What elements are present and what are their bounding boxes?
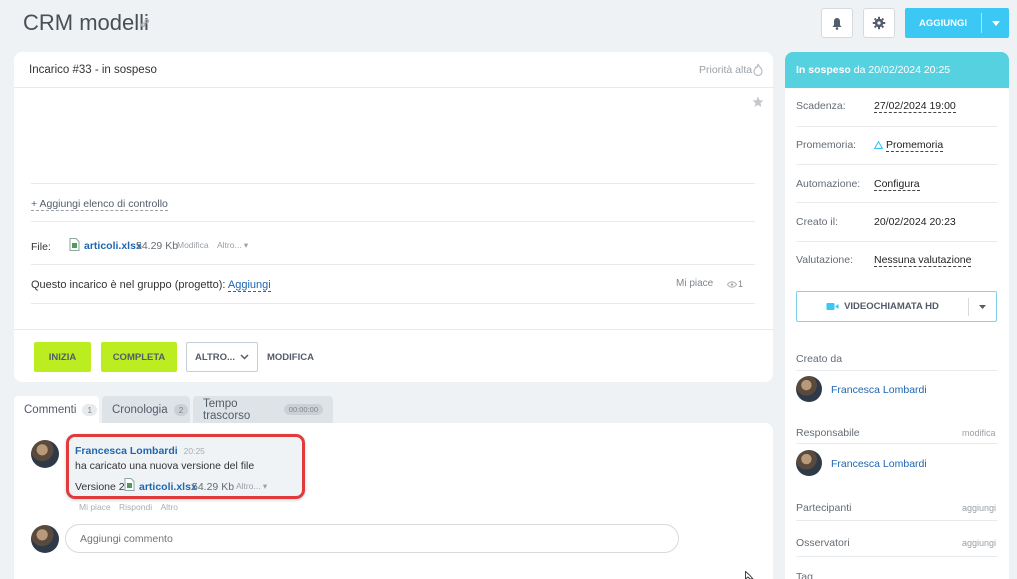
avatar[interactable] bbox=[796, 450, 822, 476]
excel-file-icon bbox=[124, 478, 135, 491]
created-label: Creato il: bbox=[796, 216, 839, 228]
task-card bbox=[14, 52, 773, 382]
chevron-down-icon bbox=[240, 354, 249, 360]
file-more-menu[interactable]: Altro... ▾ bbox=[217, 240, 248, 251]
status-bar: In sospeso da 20/02/2024 20:25 bbox=[785, 52, 1009, 88]
add-button-label: AGGIUNGI bbox=[918, 17, 968, 29]
bell-icon bbox=[831, 17, 843, 30]
created-by-label: Creato da bbox=[796, 353, 843, 365]
comment-file-more[interactable]: Altro... ▾ bbox=[236, 481, 267, 492]
comment-author[interactable]: Francesca Lombardi 20:25 bbox=[75, 445, 205, 457]
comment-text: ha caricato una nuova versione del file bbox=[75, 460, 255, 472]
created-value: 20/02/2024 20:23 bbox=[874, 216, 956, 228]
file-edit-link[interactable]: Modifica bbox=[177, 240, 209, 250]
comment-like-link[interactable]: Mi piace bbox=[79, 502, 111, 512]
responsible-link[interactable]: Francesca Lombardi bbox=[831, 458, 927, 470]
tab-time-spent[interactable]: Tempo trascorso 00:00:00 bbox=[193, 396, 333, 423]
edit-button[interactable]: MODIFICA bbox=[267, 352, 314, 363]
settings-button[interactable] bbox=[863, 8, 895, 38]
eye-icon bbox=[727, 281, 737, 288]
add-checklist-link[interactable]: + Aggiungi elenco di controllo bbox=[31, 198, 168, 211]
deadline-label: Scadenza: bbox=[796, 100, 846, 112]
automation-value[interactable]: Configura bbox=[874, 178, 920, 191]
flame-icon[interactable] bbox=[753, 63, 763, 76]
rating-value[interactable]: Nessuna valutazione bbox=[874, 254, 972, 267]
page-title: CRM modelli bbox=[23, 10, 149, 35]
avatar bbox=[31, 525, 59, 553]
tags-label: Tag bbox=[796, 571, 813, 579]
star-icon[interactable] bbox=[752, 96, 764, 108]
comment-actions: Mi piace Rispondi Altro bbox=[79, 502, 178, 512]
file-link[interactable]: articoli.xlsx bbox=[84, 240, 142, 252]
observers-label: Osservatori bbox=[796, 537, 850, 549]
like-link[interactable]: Mi piace bbox=[676, 278, 713, 289]
observers-add-link[interactable]: aggiungi bbox=[962, 538, 996, 548]
creator-link[interactable]: Francesca Lombardi bbox=[831, 384, 927, 396]
comment-more-link[interactable]: Altro bbox=[160, 502, 177, 512]
views-count: 1 bbox=[738, 279, 744, 289]
link-icon[interactable] bbox=[139, 17, 151, 29]
avatar[interactable] bbox=[31, 440, 59, 468]
gear-icon bbox=[872, 16, 886, 30]
comment-time: 20:25 bbox=[183, 446, 205, 456]
triangle-alert-icon bbox=[874, 141, 883, 149]
group-text: Questo incarico è nel gruppo (progetto):… bbox=[31, 279, 271, 292]
priority-label[interactable]: Priorità alta bbox=[699, 64, 752, 76]
comment-file-size: 54.29 Kb bbox=[192, 481, 235, 493]
reminder-value[interactable]: Promemoria bbox=[886, 139, 944, 152]
avatar[interactable] bbox=[796, 376, 822, 402]
file-label: File: bbox=[31, 241, 51, 253]
reminder-label: Promemoria: bbox=[796, 139, 857, 151]
comment-reply-link[interactable]: Rispondi bbox=[119, 502, 152, 512]
excel-file-icon bbox=[69, 238, 80, 251]
chevron-down-icon[interactable] bbox=[982, 20, 1009, 26]
comment-file-link[interactable]: articoli.xlsx bbox=[139, 481, 197, 493]
rating-label: Valutazione: bbox=[796, 254, 854, 266]
automation-label: Automazione: bbox=[796, 178, 861, 190]
chevron-down-icon[interactable] bbox=[969, 304, 996, 309]
deadline-value[interactable]: 27/02/2024 19:00 bbox=[874, 100, 956, 113]
tab-history[interactable]: Cronologia 2 bbox=[102, 396, 190, 423]
add-group-link[interactable]: Aggiungi bbox=[227, 279, 271, 292]
start-button[interactable]: INIZIA bbox=[34, 342, 91, 372]
notifications-button[interactable] bbox=[821, 8, 853, 38]
task-title: Incarico #33 - in sospeso bbox=[29, 64, 157, 76]
comment-input[interactable] bbox=[65, 524, 679, 553]
participants-add-link[interactable]: aggiungi bbox=[962, 503, 996, 513]
responsible-edit-link[interactable]: modifica bbox=[962, 428, 996, 438]
more-actions-button[interactable]: ALTRO... bbox=[186, 342, 258, 372]
tab-comments[interactable]: Commenti 1 bbox=[14, 396, 99, 423]
video-camera-icon bbox=[826, 302, 839, 311]
video-call-button[interactable]: VIDEOCHIAMATA HD bbox=[796, 291, 997, 322]
file-size: 54.29 Kb bbox=[136, 240, 179, 252]
participants-label: Partecipanti bbox=[796, 502, 852, 514]
comment-version-label: Versione 2: bbox=[75, 481, 128, 493]
responsible-label: Responsabile bbox=[796, 427, 860, 439]
add-button[interactable]: AGGIUNGI bbox=[905, 8, 1009, 38]
mouse-cursor-icon bbox=[745, 571, 754, 579]
complete-button[interactable]: COMPLETA bbox=[101, 342, 177, 372]
